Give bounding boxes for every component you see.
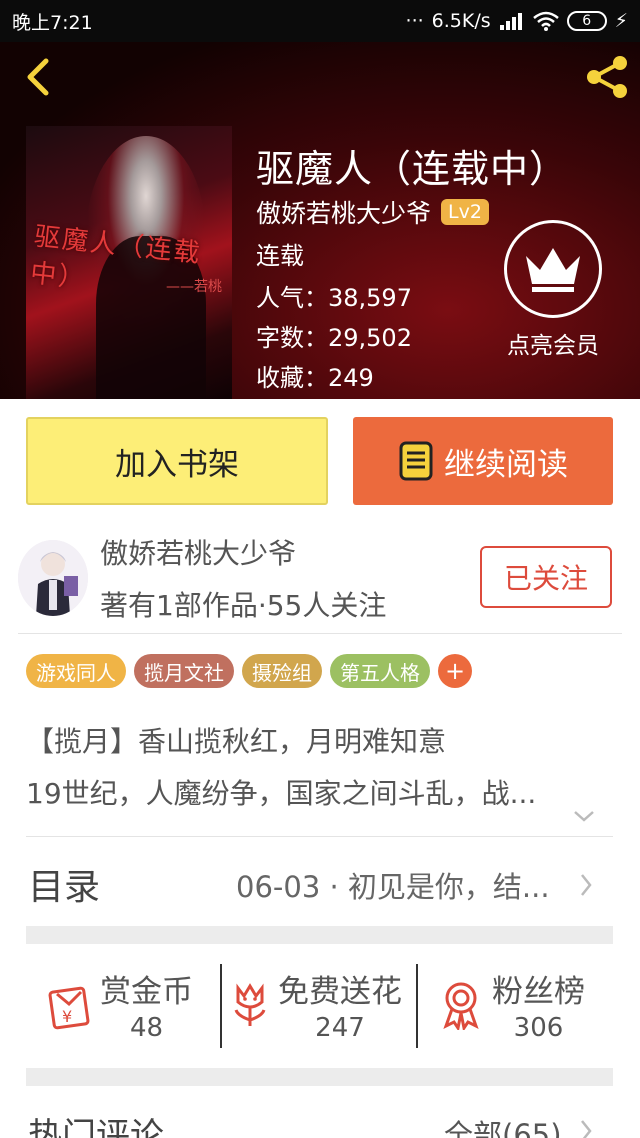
signal-icon bbox=[499, 13, 522, 30]
section-separator bbox=[26, 1068, 613, 1086]
charging-icon: ⚡ bbox=[614, 10, 628, 32]
author-card-name[interactable]: 傲娇若桃大少爷 bbox=[100, 532, 296, 572]
free-flower-button[interactable]: 免费送花 247 bbox=[228, 966, 402, 1043]
stat-label: 赏金币 bbox=[100, 974, 193, 1010]
fan-ranking-text: 粉丝榜 306 bbox=[492, 966, 585, 1043]
section-separator bbox=[26, 926, 613, 944]
synopsis-line: 【揽月】香山揽秋红，月明难知意 bbox=[26, 725, 447, 758]
add-to-shelf-button[interactable]: 加入书架 bbox=[26, 417, 328, 505]
battery-icon: 6 bbox=[566, 11, 607, 31]
tag-chip[interactable]: 揽月文社 bbox=[134, 654, 234, 688]
follow-button[interactable]: 已关注 bbox=[480, 546, 612, 608]
book-status: 连载 bbox=[256, 242, 304, 270]
avatar-illustration bbox=[18, 540, 88, 616]
crown-icon bbox=[526, 248, 580, 292]
share-button[interactable] bbox=[582, 52, 632, 102]
status-time: 晚上7:21 bbox=[12, 11, 93, 34]
cover-signature: ——若桃 bbox=[166, 279, 222, 295]
continue-reading-button[interactable]: 继续阅读 bbox=[353, 417, 613, 505]
continue-reading-label: 继续阅读 bbox=[444, 446, 568, 483]
reward-coins-button[interactable]: ¥ 赏金币 48 bbox=[44, 966, 193, 1043]
status-indicators: ··· 6.5K/s 6 ⚡ bbox=[406, 10, 628, 32]
chevron-right-icon bbox=[581, 874, 592, 896]
free-flower-text: 免费送花 247 bbox=[278, 966, 402, 1043]
book-synopsis[interactable]: 【揽月】香山揽秋红，月明难知意 19世纪，人魔纷争，国家之间斗乱，战... bbox=[26, 716, 596, 820]
flower-icon bbox=[234, 982, 266, 1026]
stat-divider bbox=[416, 964, 418, 1048]
catalog-chevron bbox=[578, 872, 594, 902]
red-envelope-icon: ¥ bbox=[48, 986, 90, 1029]
book-word-count: 字数：29,502 bbox=[256, 324, 412, 352]
wifi-icon bbox=[532, 11, 559, 31]
follow-label: 已关注 bbox=[503, 562, 588, 595]
stat-value: 48 bbox=[129, 1013, 164, 1043]
book-header: 驱魔人（连载中） ——若桃 驱魔人（连载中） 傲娇若桃大少爷 Lv2 连载 人气… bbox=[0, 42, 640, 399]
status-bar: 晚上7:21 ··· 6.5K/s 6 ⚡ bbox=[0, 0, 640, 42]
comments-chevron bbox=[578, 1118, 594, 1138]
book-author[interactable]: 傲娇若桃大少爷 bbox=[256, 194, 431, 230]
share-icon bbox=[587, 56, 627, 98]
book-favorites: 收藏：249 bbox=[256, 364, 374, 392]
vip-label: 点亮会员 bbox=[507, 333, 599, 359]
fan-ranking-button[interactable]: 粉丝榜 306 bbox=[440, 966, 585, 1043]
chevron-right-icon bbox=[581, 1120, 592, 1138]
latest-chapter: 06-03 · 初见是你，结... bbox=[236, 870, 550, 904]
synopsis-line: 19世纪，人魔纷争，国家之间斗乱，战... bbox=[26, 777, 537, 810]
network-speed: 6.5K/s bbox=[431, 10, 491, 32]
medal-icon bbox=[443, 982, 479, 1030]
stat-value: 306 bbox=[513, 1013, 564, 1043]
stat-label: 免费送花 bbox=[278, 974, 402, 1010]
vip-circle bbox=[504, 220, 602, 318]
svg-text:¥: ¥ bbox=[62, 1007, 72, 1026]
chevron-down-icon bbox=[574, 811, 594, 822]
divider bbox=[26, 836, 613, 837]
back-button[interactable] bbox=[14, 54, 60, 100]
stat-value: 247 bbox=[315, 1013, 365, 1043]
more-dots-icon: ··· bbox=[405, 10, 424, 32]
tag-list: 游戏同人 揽月文社 摄殓组 第五人格 + bbox=[26, 654, 472, 688]
vip-button[interactable]: 点亮会员 bbox=[498, 220, 608, 360]
divider bbox=[18, 633, 622, 634]
book-author-row: 傲娇若桃大少爷 Lv2 bbox=[256, 194, 489, 230]
stat-divider bbox=[220, 964, 222, 1048]
tag-chip[interactable]: 第五人格 bbox=[330, 654, 430, 688]
book-icon bbox=[399, 441, 433, 481]
author-card-info: 著有1部作品·55人关注 bbox=[100, 589, 387, 622]
chevron-left-icon bbox=[27, 58, 49, 96]
book-title: 驱魔人（连载中） bbox=[256, 147, 569, 191]
catalog-label: 目录 bbox=[28, 867, 101, 908]
tag-chip[interactable]: 游戏同人 bbox=[26, 654, 126, 688]
book-popularity: 人气：38,597 bbox=[256, 284, 412, 312]
author-level-badge: Lv2 bbox=[441, 199, 489, 225]
stat-label: 粉丝榜 bbox=[492, 974, 585, 1010]
reward-coins-text: 赏金币 48 bbox=[100, 966, 193, 1043]
add-to-shelf-label: 加入书架 bbox=[115, 446, 239, 483]
all-comments-link[interactable]: 全部(65) bbox=[444, 1112, 562, 1138]
tag-chip[interactable]: 摄殓组 bbox=[242, 654, 322, 688]
hot-comments-label: 热门评论 bbox=[28, 1116, 164, 1138]
add-tag-button[interactable]: + bbox=[438, 654, 472, 688]
author-avatar[interactable] bbox=[18, 540, 88, 616]
expand-synopsis-button[interactable] bbox=[572, 808, 596, 828]
book-cover[interactable]: 驱魔人（连载中） ——若桃 bbox=[26, 126, 232, 399]
